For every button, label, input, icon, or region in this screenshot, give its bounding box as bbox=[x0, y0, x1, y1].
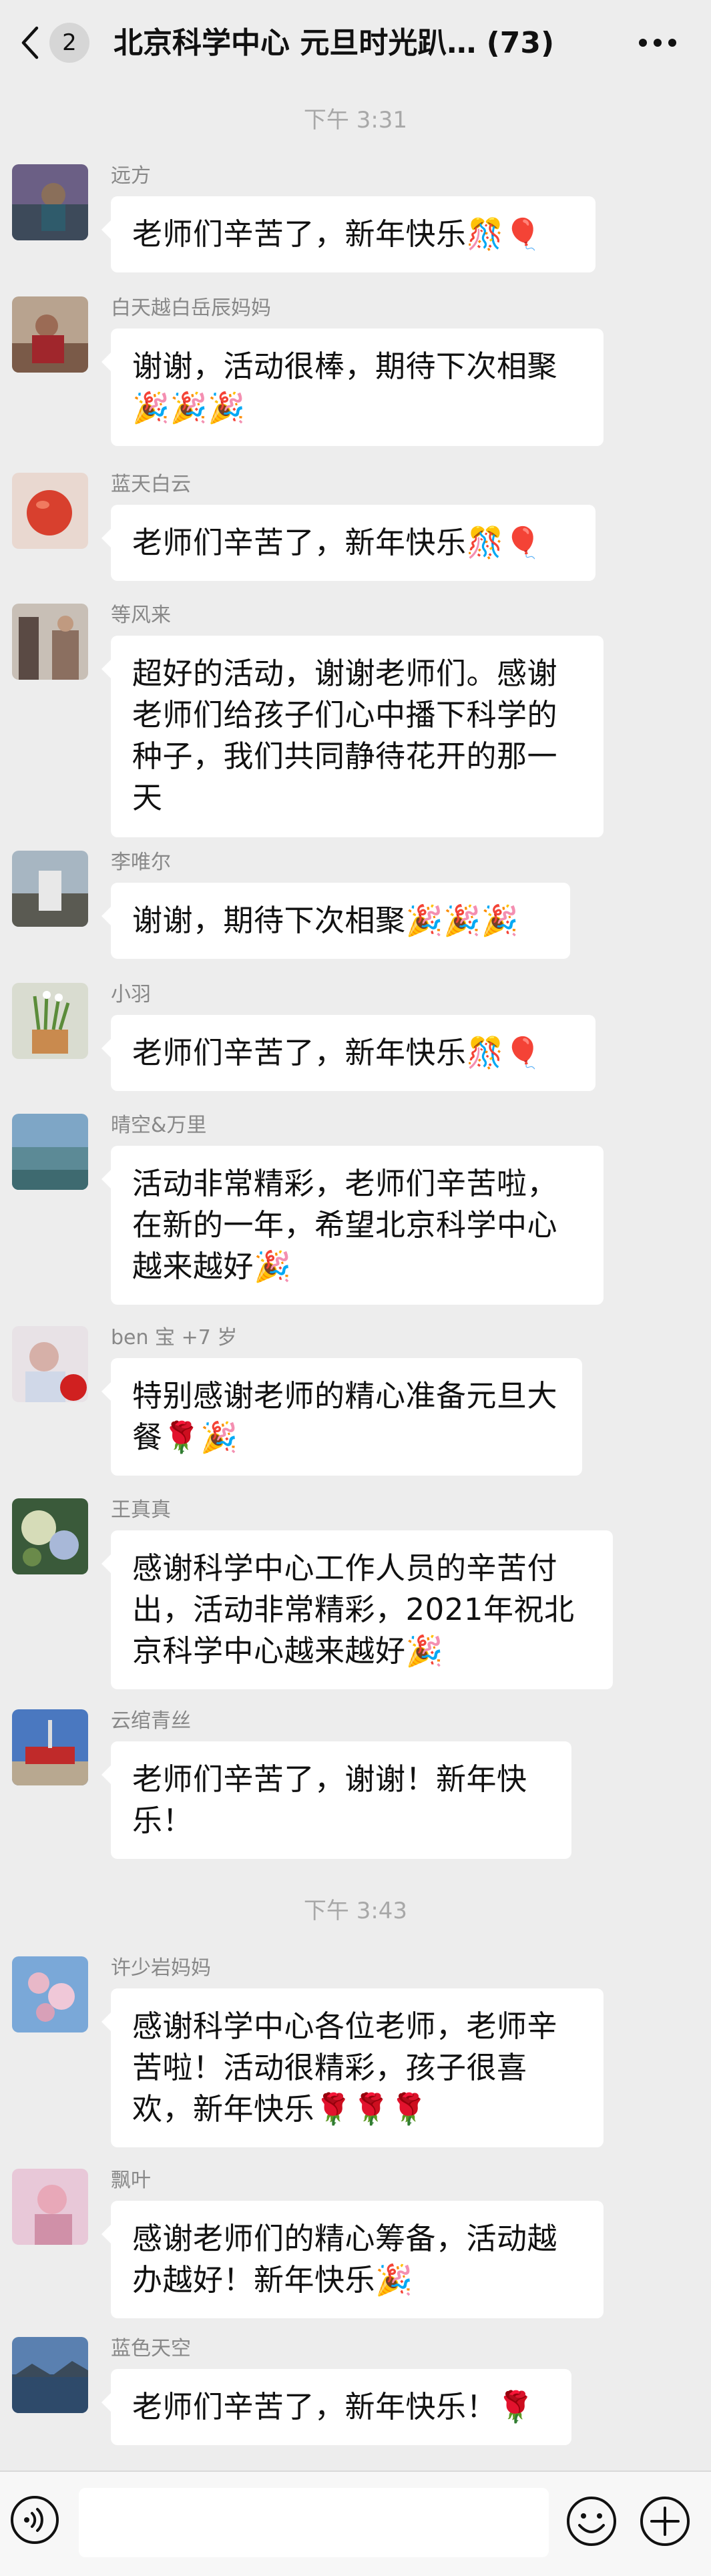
emoji-icon bbox=[567, 2497, 616, 2546]
message-bubble[interactable]: 老师们辛苦了，新年快乐🎊🎈 bbox=[101, 1015, 596, 1091]
sender-name: 飘叶 bbox=[111, 2169, 151, 2192]
message-bubble[interactable]: 老师们辛苦了，新年快乐🎊🎈 bbox=[101, 505, 596, 581]
more-button[interactable] bbox=[628, 23, 688, 63]
avatar[interactable] bbox=[12, 1114, 88, 1190]
message-bubble[interactable]: 感谢科学中心各位老师，老师辛苦啦！活动很精彩，孩子很喜欢，新年快乐🌹🌹🌹 bbox=[101, 1988, 604, 2147]
sender-name: ben 宝 +7 岁 bbox=[111, 1326, 238, 1349]
more-dots-icon bbox=[639, 39, 676, 47]
sender-name: 许少岩妈妈 bbox=[111, 1956, 211, 1980]
voice-icon bbox=[11, 2496, 59, 2544]
back-button[interactable]: 2 bbox=[13, 16, 89, 69]
avatar[interactable] bbox=[12, 2169, 88, 2245]
message-bubble[interactable]: 感谢老师们的精心筹备，活动越办越好！新年快乐🎉 bbox=[101, 2201, 604, 2318]
input-bar bbox=[0, 2471, 711, 2576]
chevron-left-icon bbox=[13, 21, 45, 64]
message-bubble[interactable]: 超好的活动，谢谢老师们。感谢老师们给孩子们心中播下科学的种子，我们共同静待花开的… bbox=[101, 636, 604, 837]
avatar[interactable] bbox=[12, 1326, 88, 1402]
avatar[interactable] bbox=[12, 983, 88, 1059]
more-functions-button[interactable] bbox=[638, 2495, 692, 2548]
avatar[interactable] bbox=[12, 1709, 88, 1785]
avatar[interactable] bbox=[12, 604, 88, 680]
sender-name: 晴空&万里 bbox=[111, 1114, 207, 1137]
sender-name: 远方 bbox=[111, 164, 151, 188]
message-bubble[interactable]: 谢谢，活动很棒，期待下次相聚🎉🎉🎉 bbox=[101, 329, 604, 446]
unread-count-badge: 2 bbox=[49, 23, 89, 63]
emoji-button[interactable] bbox=[565, 2495, 618, 2548]
sender-name: 等风来 bbox=[111, 604, 171, 627]
avatar[interactable] bbox=[12, 473, 88, 549]
chat-header: 2 北京科学中心 元旦时光趴… (73) bbox=[0, 0, 711, 85]
message-bubble[interactable]: 活动非常精彩，老师们辛苦啦，在新的一年，希望北京科学中心越来越好🎉 bbox=[101, 1146, 604, 1305]
message-bubble[interactable]: 老师们辛苦了，新年快乐！🌹 bbox=[101, 2369, 571, 2445]
sender-name: 蓝色天空 bbox=[111, 2337, 191, 2360]
avatar[interactable] bbox=[12, 851, 88, 927]
time-separator: 下午 3:43 bbox=[303, 1898, 408, 1924]
voice-button[interactable] bbox=[9, 2495, 60, 2545]
sender-name: 王真真 bbox=[111, 1498, 171, 1522]
chat-title: 北京科学中心 元旦时光趴… (73) bbox=[113, 26, 555, 60]
sender-name: 白天越白岳辰妈妈 bbox=[111, 296, 271, 320]
avatar[interactable] bbox=[12, 1956, 88, 2032]
message-bubble[interactable]: 老师们辛苦了，谢谢！新年快乐！ bbox=[101, 1741, 571, 1859]
avatar[interactable] bbox=[12, 296, 88, 373]
message-input[interactable] bbox=[79, 2488, 549, 2557]
avatar[interactable] bbox=[12, 2337, 88, 2413]
time-separator: 下午 3:31 bbox=[303, 107, 408, 134]
sender-name: 蓝天白云 bbox=[111, 473, 191, 496]
message-bubble[interactable]: 感谢科学中心工作人员的辛苦付出，活动非常精彩，2021年祝北京科学中心越来越好🎉 bbox=[101, 1530, 613, 1689]
sender-name: 李唯尔 bbox=[111, 851, 171, 874]
sender-name: 小羽 bbox=[111, 983, 151, 1006]
avatar[interactable] bbox=[12, 164, 88, 240]
message-bubble[interactable]: 特别感谢老师的精心准备元旦大餐🌹🎉 bbox=[101, 1358, 582, 1476]
message-bubble[interactable]: 老师们辛苦了，新年快乐🎊🎈 bbox=[101, 196, 596, 272]
sender-name: 云绾青丝 bbox=[111, 1709, 191, 1733]
message-bubble[interactable]: 谢谢，期待下次相聚🎉🎉🎉 bbox=[101, 883, 570, 959]
avatar[interactable] bbox=[12, 1498, 88, 1574]
plus-icon bbox=[640, 2497, 690, 2546]
